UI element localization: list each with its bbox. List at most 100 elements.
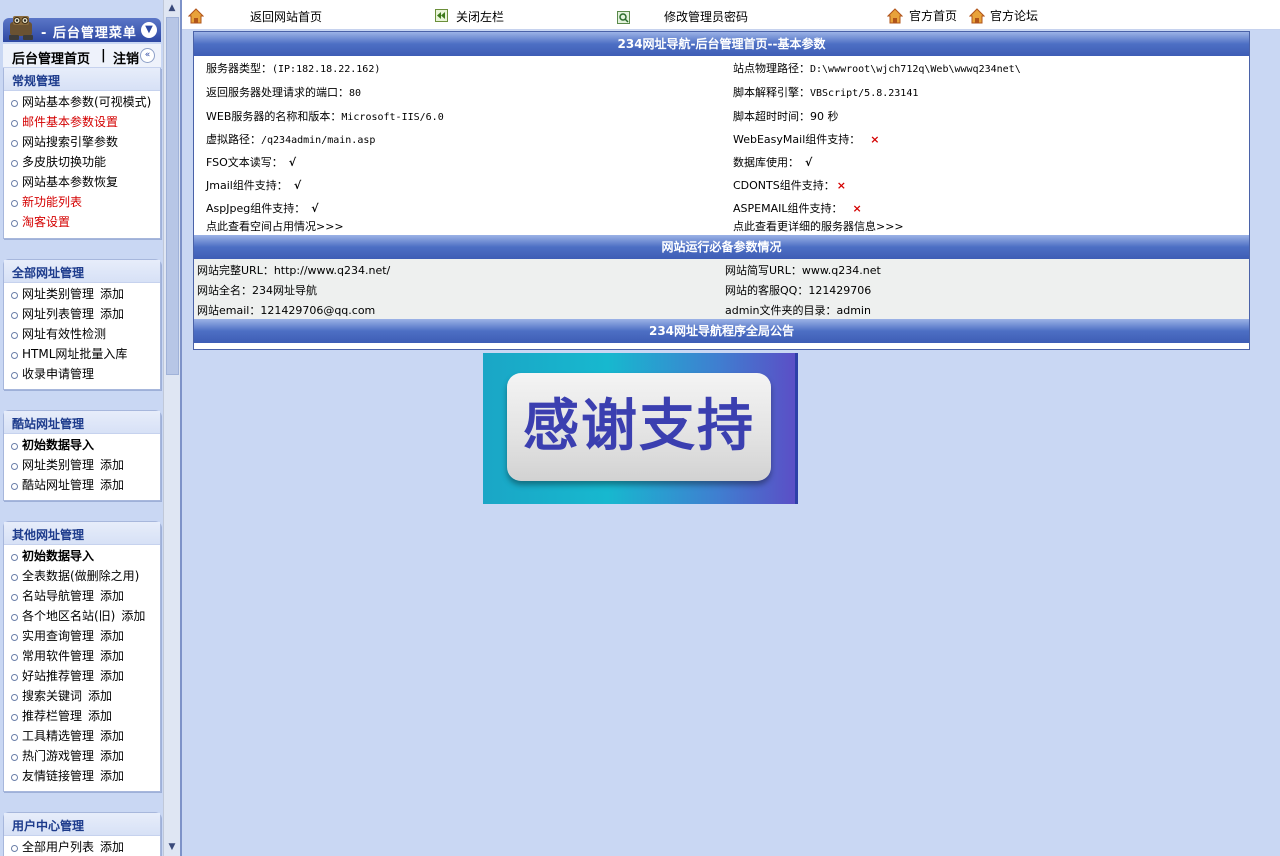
virtual-path-row: 虚拟路径：/q234admin/main.asp <box>206 131 375 147</box>
add-link[interactable]: 添加 <box>100 769 124 783</box>
webeasymail-row: WebEasyMail组件支持： × <box>733 131 879 147</box>
sidebar-scrollbar[interactable]: ▲ ▼ <box>163 0 180 856</box>
check-icon: √ <box>805 156 813 169</box>
menu-item[interactable]: HTML网址批量入库 <box>4 344 160 364</box>
change-password-link[interactable]: 修改管理员密码 <box>664 8 748 25</box>
add-link[interactable]: 添加 <box>100 649 124 663</box>
label: CDONTS组件支持： <box>733 179 835 192</box>
rewind-icon <box>435 9 448 22</box>
menu-item[interactable]: 搜索关键词 添加 <box>4 686 160 706</box>
jmail-row: Jmail组件支持： √ <box>206 177 301 193</box>
house-icon <box>887 8 903 24</box>
menu-item[interactable]: 多皮肤切换功能 <box>4 152 160 172</box>
menu-item[interactable]: 友情链接管理 添加 <box>4 766 160 786</box>
menu-item[interactable]: 各个地区名站(旧) 添加 <box>4 606 160 626</box>
menu-item[interactable]: 酷站网址管理 添加 <box>4 475 160 495</box>
menu-item[interactable]: 网址类别管理 添加 <box>4 284 160 304</box>
add-link[interactable]: 添加 <box>100 749 124 763</box>
add-link[interactable]: 添加 <box>100 629 124 643</box>
menu-item[interactable]: 名站导航管理 添加 <box>4 586 160 606</box>
port-row: 返回服务器处理请求的端口：80 <box>206 84 361 100</box>
official-forum-link[interactable]: 官方论坛 <box>990 7 1038 24</box>
server-info-link[interactable]: 点此查看更详细的服务器信息>>> <box>733 218 904 234</box>
group-title: 用户中心管理 <box>4 813 160 836</box>
database-row: 数据库使用： √ <box>733 154 812 170</box>
label: 站点物理路径： <box>733 62 810 75</box>
menu-item[interactable]: 网站基本参数恢复 <box>4 172 160 192</box>
back-home-link[interactable]: 返回网站首页 <box>250 8 322 25</box>
add-link[interactable]: 添加 <box>121 609 145 623</box>
menu-item[interactable]: 全表数据(做删除之用) <box>4 566 160 586</box>
menu-item[interactable]: 网站搜索引擎参数 <box>4 132 160 152</box>
add-link[interactable]: 添加 <box>88 689 112 703</box>
menu-item[interactable]: 邮件基本参数设置 <box>4 112 160 132</box>
menu-item[interactable]: 淘客设置 <box>4 212 160 232</box>
value: /q234admin/main.asp <box>261 135 376 146</box>
double-chevron-left-icon[interactable]: « <box>140 48 155 63</box>
scroll-thumb[interactable] <box>166 17 179 375</box>
cross-icon: × <box>852 202 862 215</box>
top-toolbar: 返回网站首页 关闭左栏 修改管理员密码 官方首页 官方论坛 <box>182 0 1280 30</box>
section-title-site-params: 网站运行必备参数情况 <box>194 235 1249 259</box>
add-link[interactable]: 添加 <box>100 729 124 743</box>
banner-plate: 感谢支持 <box>507 373 771 481</box>
menu-group-cool-sites: 酷站网址管理 初始数据导入 网址类别管理 添加 酷站网址管理 添加 <box>3 410 161 501</box>
server-type-row: 服务器类型：(IP:182.18.22.162) <box>206 60 380 76</box>
script-engine-row: 脚本解释引擎：VBScript/5.8.23141 <box>733 84 918 100</box>
add-link[interactable]: 添加 <box>88 709 112 723</box>
add-link[interactable]: 添加 <box>100 478 124 492</box>
menu-item[interactable]: 网站基本参数(可视模式) <box>4 92 160 112</box>
magnifier-icon <box>617 11 630 24</box>
admin-home-link[interactable]: 后台管理首页 <box>12 48 90 67</box>
panel-title: 234网址导航-后台管理首页--基本参数 <box>194 32 1249 56</box>
menu-item[interactable]: 初始数据导入 <box>4 546 160 566</box>
logout-link[interactable]: 注销 <box>113 48 139 67</box>
scroll-down-icon[interactable]: ▼ <box>164 839 180 855</box>
menu-item[interactable]: 常用软件管理 添加 <box>4 646 160 666</box>
left-frame: - 后台管理菜单 ▼ 后台管理首页 | 注销 « 常规管理 网站基本参数(可视模… <box>0 0 181 856</box>
menu-item[interactable]: 新功能列表 <box>4 192 160 212</box>
add-link[interactable]: 添加 <box>100 840 124 854</box>
label: 脚本超时时间： <box>733 110 810 123</box>
add-link[interactable]: 添加 <box>100 287 124 301</box>
house-icon <box>188 8 204 24</box>
menu-group-general: 常规管理 网站基本参数(可视模式) 邮件基本参数设置 网站搜索引擎参数 多皮肤切… <box>3 68 161 239</box>
value: Microsoft-IIS/6.0 <box>341 112 444 123</box>
main-panel: 234网址导航-后台管理首页--基本参数 服务器类型：(IP:182.18.22… <box>193 31 1250 350</box>
full-url: 网站完整URL：http://www.q234.net/ <box>197 264 391 277</box>
menu-item[interactable]: 全部用户列表 添加 <box>4 837 160 856</box>
menu-item[interactable]: 收录申请管理 <box>4 364 160 384</box>
value: (IP:182.18.22.162) <box>272 64 381 75</box>
official-home-link[interactable]: 官方首页 <box>909 7 957 24</box>
aspjpeg-row: AspJpeg组件支持： √ <box>206 200 319 216</box>
menu-item[interactable]: 初始数据导入 <box>4 435 160 455</box>
menu-item[interactable]: 网址有效性检测 <box>4 324 160 344</box>
menu-item[interactable]: 网址类别管理 添加 <box>4 455 160 475</box>
label: 服务器类型： <box>206 62 272 75</box>
add-link[interactable]: 添加 <box>100 669 124 683</box>
thanks-banner-image: 感谢支持 <box>483 353 798 504</box>
menu-item[interactable]: 工具精选管理 添加 <box>4 726 160 746</box>
collapse-menu-button[interactable]: ▼ <box>141 22 157 38</box>
sidebar-subheader: 后台管理首页 | 注销 « <box>3 44 161 68</box>
menu-item[interactable]: 好站推荐管理 添加 <box>4 666 160 686</box>
scroll-up-icon[interactable]: ▲ <box>164 0 180 16</box>
space-usage-link[interactable]: 点此查看空间占用情况>>> <box>206 218 344 234</box>
short-url: 网站简写URL：www.q234.net <box>725 264 881 277</box>
house-icon <box>969 8 985 24</box>
menu-item[interactable]: 实用查询管理 添加 <box>4 626 160 646</box>
add-link[interactable]: 添加 <box>100 458 124 472</box>
sidebar-menu: - 后台管理菜单 ▼ 后台管理首页 | 注销 « 常规管理 网站基本参数(可视模… <box>0 0 163 856</box>
menu-item[interactable]: 推荐栏管理 添加 <box>4 706 160 726</box>
add-link[interactable]: 添加 <box>100 589 124 603</box>
script-timeout-row: 脚本超时时间：90 秒 <box>733 108 839 124</box>
close-left-panel-link[interactable]: 关闭左栏 <box>456 8 504 25</box>
menu-item[interactable]: 网址列表管理 添加 <box>4 304 160 324</box>
label: WebEasyMail组件支持： <box>733 133 861 146</box>
menu-item[interactable]: 热门游戏管理 添加 <box>4 746 160 766</box>
check-icon: √ <box>311 202 319 215</box>
add-link[interactable]: 添加 <box>100 307 124 321</box>
group-title: 常规管理 <box>4 68 160 91</box>
frame-divider[interactable] <box>180 0 182 856</box>
label: 脚本解释引擎： <box>733 86 810 99</box>
